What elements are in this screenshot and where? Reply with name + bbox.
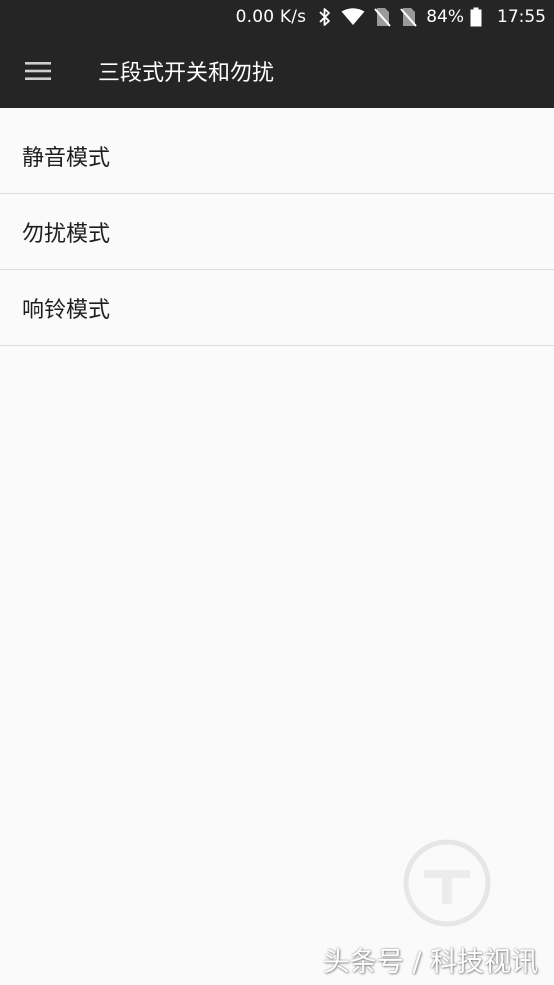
app-bar: 三段式开关和勿扰 <box>0 34 554 108</box>
wifi-icon <box>341 8 365 26</box>
mode-item-label: 响铃模式 <box>22 297 111 323</box>
mode-item-label: 静音模式 <box>22 145 111 171</box>
network-speed: 0.00 K/s <box>235 7 307 27</box>
battery-percent: 84% <box>426 7 464 27</box>
hamburger-menu-icon <box>25 62 51 80</box>
no-sim-icon <box>374 7 391 27</box>
screen: 0.00 K/s 84% 17:55 三段式开关和勿扰 静音模式 勿扰模式 响铃… <box>0 0 554 985</box>
mode-item-do-not-disturb[interactable]: 勿扰模式 <box>0 194 554 270</box>
watermark-text: 头条号 / 科技视讯 <box>322 947 538 978</box>
battery-icon <box>470 7 482 27</box>
mode-item-label: 勿扰模式 <box>22 221 111 247</box>
status-bar: 0.00 K/s 84% 17:55 <box>0 0 554 34</box>
bluetooth-icon <box>318 7 332 27</box>
watermark-logo-icon <box>402 838 492 932</box>
mode-item-ring[interactable]: 响铃模式 <box>0 270 554 346</box>
menu-button[interactable] <box>0 34 76 108</box>
mode-list: 静音模式 勿扰模式 响铃模式 <box>0 118 554 346</box>
mode-item-silent[interactable]: 静音模式 <box>0 118 554 194</box>
clock: 17:55 <box>497 7 546 27</box>
no-sim-icon <box>400 7 417 27</box>
page-title: 三段式开关和勿扰 <box>98 61 275 86</box>
